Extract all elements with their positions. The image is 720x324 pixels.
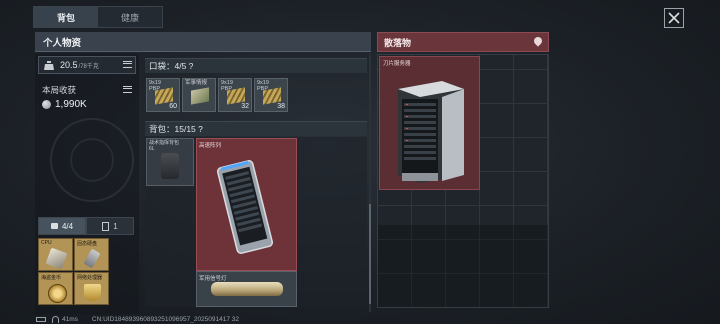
item-label: 网络处理器 [77, 275, 103, 281]
backpack-icon [161, 153, 179, 179]
armor-icon [50, 223, 58, 229]
weight-value: 20.5 [60, 60, 78, 70]
equipped-grid: CPU 固态硬盘 海盗金币 网络处理器 [38, 238, 110, 306]
item-label: 军事情报 [185, 80, 208, 86]
faction-emblem [50, 118, 134, 202]
pocket-item[interactable]: 9x19 PBP 38 [254, 78, 288, 112]
ammo-icon [227, 87, 245, 105]
cpu-icon [45, 247, 68, 270]
pocket-label: 口袋：4/5 ? [149, 61, 194, 71]
ammo-icon [155, 87, 173, 105]
income-list-icon[interactable] [123, 86, 132, 93]
item-label: 高速阵列 [199, 143, 222, 149]
personal-title: 个人物资 [43, 37, 82, 49]
ammo-icon [263, 87, 281, 105]
pocket-header: 口袋：4/5 ? [145, 58, 367, 73]
weight-max: /78千克 [78, 63, 99, 70]
item-label: CPU [41, 240, 52, 246]
trophy-icon [84, 284, 101, 301]
equipped-item[interactable]: 固态硬盘 [74, 238, 109, 271]
backpack-label: 背包：15/15 ? [149, 124, 203, 134]
income-label: 本局收获 [42, 85, 77, 95]
loot-header: 散落物 [377, 32, 549, 52]
backpack-item[interactable]: 军用信号灯 [196, 271, 297, 307]
pocket-item[interactable]: 9x19 PBP 60 [146, 78, 180, 112]
coin-icon [42, 100, 51, 109]
backpack-scrollbar[interactable] [369, 54, 371, 312]
documents-icon [191, 87, 209, 105]
backpack-header: 背包：15/15 ? [145, 121, 367, 136]
item-count: 32 [241, 103, 249, 110]
equip-tabs: 4/4 1 [38, 217, 134, 235]
item-count: 38 [277, 103, 285, 110]
gold-coin-icon [48, 284, 67, 303]
item-label: 军用信号灯 [199, 276, 227, 282]
card-tab-label: 1 [113, 221, 118, 231]
income-value: 1,990K [55, 99, 87, 110]
backpack-item[interactable]: 战术指挥背包 6L [146, 138, 194, 186]
ping-value: 41ms [62, 315, 78, 323]
pocket-item[interactable]: 9x19 PBP 32 [218, 78, 252, 112]
user-id: CN:UID184893960893251096957_2025091417 3… [91, 315, 240, 323]
ssd-icon [83, 248, 101, 269]
tab-armor[interactable]: 4/4 [38, 217, 86, 235]
item-count: 60 [169, 103, 177, 110]
equipped-item[interactable]: 网络处理器 [74, 272, 109, 305]
item-label: 海盗金币 [41, 275, 62, 281]
flashlight-icon [211, 282, 283, 296]
tab-backpack[interactable]: 背包 [34, 7, 98, 27]
equipped-item[interactable]: 海盗金币 [38, 272, 73, 305]
item-label: 刀片服务器 [383, 61, 411, 67]
card-icon [102, 221, 110, 231]
backpack-item[interactable]: 高速阵列 [196, 138, 297, 271]
item-label: 固态硬盘 [77, 241, 98, 247]
armor-tab-label: 4/4 [61, 221, 74, 231]
top-tabs: 背包 健康 [33, 6, 163, 28]
loot-grid-shade [378, 225, 548, 307]
weight-icon [44, 61, 54, 70]
loot-title: 散落物 [384, 37, 412, 48]
pocket-item[interactable]: 军事情报 [182, 78, 216, 112]
personal-header: 个人物资 [35, 32, 371, 52]
close-icon[interactable] [664, 8, 684, 28]
tab-health[interactable]: 健康 [98, 7, 162, 27]
location-pin-icon[interactable] [532, 35, 544, 47]
wifi-icon [52, 315, 59, 323]
loot-item[interactable]: 刀片服务器 [379, 56, 480, 190]
equipped-item[interactable]: CPU [38, 238, 73, 271]
battery-icon [36, 316, 46, 322]
status-bar: 41ms CN:UID184893960893251096957_2025091… [36, 314, 239, 324]
weight-box: 20.5 /78千克 [38, 56, 136, 74]
tab-card[interactable]: 1 [86, 217, 134, 235]
list-icon[interactable] [123, 61, 132, 68]
blade-server-icon [398, 81, 464, 183]
item-label: 战术指挥背包 6L [149, 140, 180, 152]
income-row: 1,990K [42, 99, 87, 110]
server-icon [216, 160, 274, 254]
